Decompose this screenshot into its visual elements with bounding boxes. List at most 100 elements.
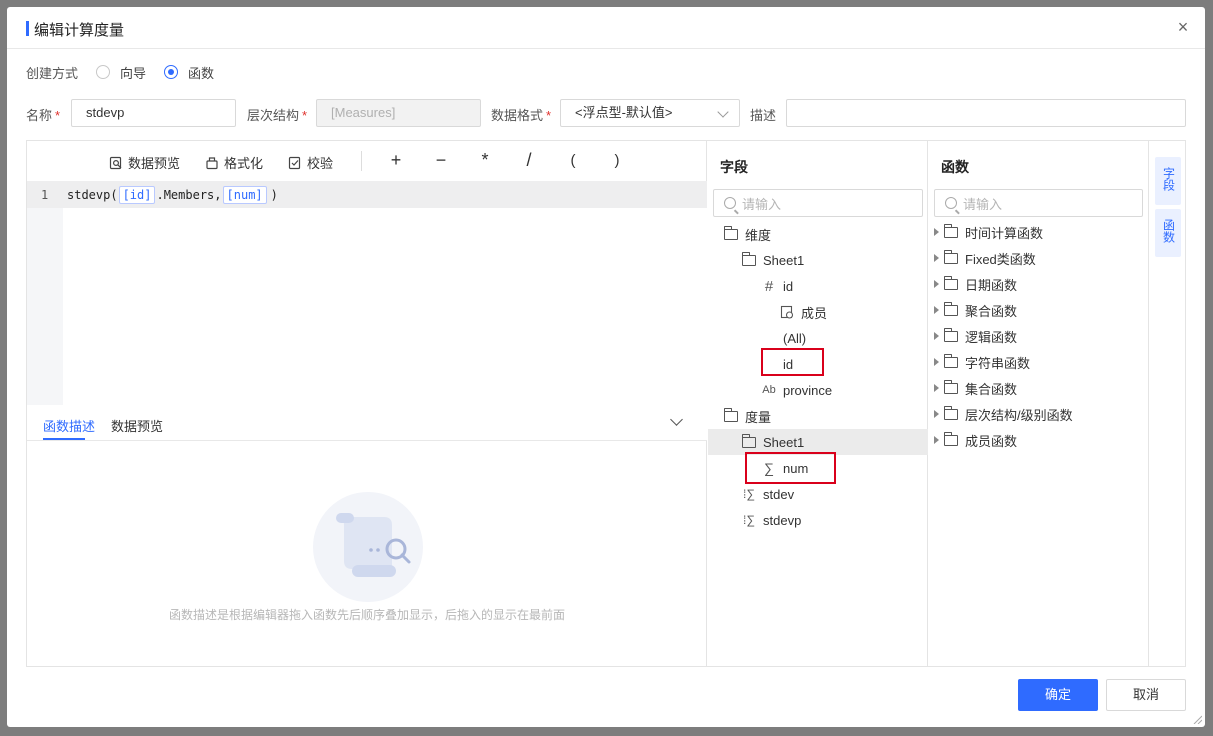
caret-right-icon: [934, 332, 939, 340]
members-icon: [780, 305, 794, 319]
code-close-paren: ): [270, 188, 278, 202]
caret-right-icon: [934, 436, 939, 444]
caret-right-icon: [934, 384, 939, 392]
function-group-label: 字符串函数: [965, 355, 1031, 371]
tree-node-stdevp[interactable]: ⁞∑ stdevp: [741, 507, 801, 533]
description-label: 描述: [750, 108, 777, 123]
tree-label-stdev: stdev: [763, 486, 795, 502]
text-field-icon: Ab: [762, 384, 776, 396]
function-group-label: 时间计算函数: [965, 225, 1044, 241]
function-group-item[interactable]: 聚合函数: [934, 297, 1017, 323]
radio-wizard[interactable]: 向导: [96, 63, 146, 82]
dialog-title: 编辑计算度量: [34, 22, 125, 39]
function-group-label: 聚合函数: [965, 303, 1018, 319]
edit-calculated-measure-dialog: 编辑计算度量 × 创建方式 向导 函数 名称 * stdevp 层次结构 * [Me…: [7, 7, 1205, 727]
radio-function-circle[interactable]: [164, 65, 179, 79]
tab-function-description[interactable]: 函数描述: [43, 416, 95, 435]
highlight-box-num: [745, 452, 836, 484]
radio-wizard-circle[interactable]: [96, 65, 111, 79]
cancel-button[interactable]: 取消: [1106, 679, 1186, 711]
format-button[interactable]: 格式化: [205, 153, 263, 172]
function-group-item[interactable]: 字符串函数: [934, 349, 1030, 375]
side-tab-fields-label: 字段: [1161, 167, 1176, 191]
function-group-label: 成员函数: [965, 433, 1018, 449]
function-group-item[interactable]: 集合函数: [934, 375, 1017, 401]
operator-close-paren-button[interactable]: ): [607, 152, 627, 169]
chevron-down-icon[interactable]: [670, 413, 683, 426]
toolbar-divider: [361, 151, 362, 171]
function-group-label: 日期函数: [965, 277, 1018, 293]
field-search-input[interactable]: 请输入: [713, 189, 923, 217]
editor-pane: 数据预览 格式化 校验 + − * / ( ) 1 stdevp([id] .…: [27, 141, 707, 666]
validate-label: 校验: [307, 156, 334, 171]
name-label: 名称 *: [26, 108, 61, 123]
operator-multiply-button[interactable]: *: [475, 150, 495, 171]
preview-icon: [109, 156, 122, 169]
code-line[interactable]: stdevp( [id] .Members, [num] ): [67, 186, 278, 204]
code-token-id[interactable]: [id]: [118, 186, 156, 204]
function-search-input[interactable]: 请输入: [934, 189, 1143, 217]
folder-icon: [943, 379, 958, 394]
tree-node-measures[interactable]: 度量: [723, 403, 771, 429]
search-icon: [724, 197, 736, 209]
caret-right-icon: [934, 306, 939, 314]
function-group-item[interactable]: 时间计算函数: [934, 219, 1043, 245]
operator-open-paren-button[interactable]: (: [563, 152, 583, 169]
folder-icon: [943, 431, 958, 446]
function-group-item[interactable]: 逻辑函数: [934, 323, 1017, 349]
tree-node-id-field[interactable]: # id: [761, 273, 793, 299]
name-input[interactable]: stdevp: [71, 99, 236, 127]
radio-function[interactable]: 函数: [164, 63, 214, 82]
function-group-item[interactable]: 日期函数: [934, 271, 1017, 297]
folder-icon: [943, 249, 958, 264]
function-search-placeholder: 请输入: [963, 196, 1003, 212]
radio-wizard-label: 向导: [120, 65, 147, 81]
function-group-item[interactable]: 成员函数: [934, 427, 1017, 453]
function-group-label: 集合函数: [965, 381, 1018, 397]
editor-toolbar: 数据预览 格式化 校验 + − * / ( ): [27, 141, 707, 181]
folder-open-icon: [723, 225, 738, 240]
empty-state-text: 函数描述是根据编辑器拖入函数先后顺序叠加显示，后拖入的显示在最前面: [168, 608, 565, 622]
folder-icon: [943, 275, 958, 290]
highlight-box-id: [761, 348, 824, 376]
format-label: 格式化: [224, 156, 264, 171]
folder-icon: [943, 301, 958, 316]
code-function-name: stdevp(: [67, 188, 118, 202]
description-tabs: 函数描述 数据预览: [27, 405, 707, 441]
hierarchy-input: [Measures]: [316, 99, 481, 127]
code-editor[interactable]: 1 stdevp( [id] .Members, [num] ): [27, 181, 707, 405]
tab-data-preview[interactable]: 数据预览: [111, 416, 163, 435]
operator-minus-button[interactable]: −: [431, 150, 451, 171]
side-tab-functions[interactable]: 函数: [1155, 209, 1181, 257]
caret-right-icon: [934, 358, 939, 366]
line-gutter: [27, 181, 63, 405]
tree-node-dimension-sheet1[interactable]: Sheet1: [741, 247, 804, 273]
data-format-select[interactable]: <浮点型-默认值>: [560, 99, 740, 127]
caret-right-icon: [934, 254, 939, 262]
side-tab-fields[interactable]: 字段: [1155, 157, 1181, 205]
tree-node-members[interactable]: 成员: [779, 299, 827, 325]
confirm-button[interactable]: 确定: [1018, 679, 1098, 711]
function-group-label: 逻辑函数: [965, 329, 1018, 345]
tree-node-stdev[interactable]: ⁞∑ stdev: [741, 481, 794, 507]
function-pane: 函数 请输入 时间计算函数 Fixed类函数 日期函数 聚合函数 逻辑函数 字符串函数 集合…: [929, 141, 1149, 666]
side-tab-strip: 字段 函数: [1150, 141, 1186, 666]
description-input[interactable]: [786, 99, 1186, 127]
function-group-item[interactable]: 层次结构/级别函数: [934, 401, 1073, 427]
side-tab-functions-label: 函数: [1161, 219, 1176, 243]
tree-node-province[interactable]: Ab province: [761, 377, 832, 403]
validate-button[interactable]: 校验: [288, 153, 333, 172]
tree-label-dimensions: 维度: [745, 227, 772, 243]
line-number: 1: [41, 188, 49, 202]
data-preview-button[interactable]: 数据预览: [109, 153, 180, 172]
resize-grip-icon[interactable]: [1192, 714, 1202, 724]
close-icon[interactable]: ×: [1175, 18, 1191, 36]
operator-plus-button[interactable]: +: [386, 150, 406, 171]
folder-icon: [943, 405, 958, 420]
folder-open-icon: [723, 407, 738, 422]
function-group-item[interactable]: Fixed类函数: [934, 245, 1036, 271]
code-token-num[interactable]: [num]: [222, 186, 267, 204]
data-preview-label: 数据预览: [128, 156, 181, 171]
tree-node-dimensions[interactable]: 维度: [723, 221, 772, 247]
operator-divide-button[interactable]: /: [519, 150, 539, 171]
